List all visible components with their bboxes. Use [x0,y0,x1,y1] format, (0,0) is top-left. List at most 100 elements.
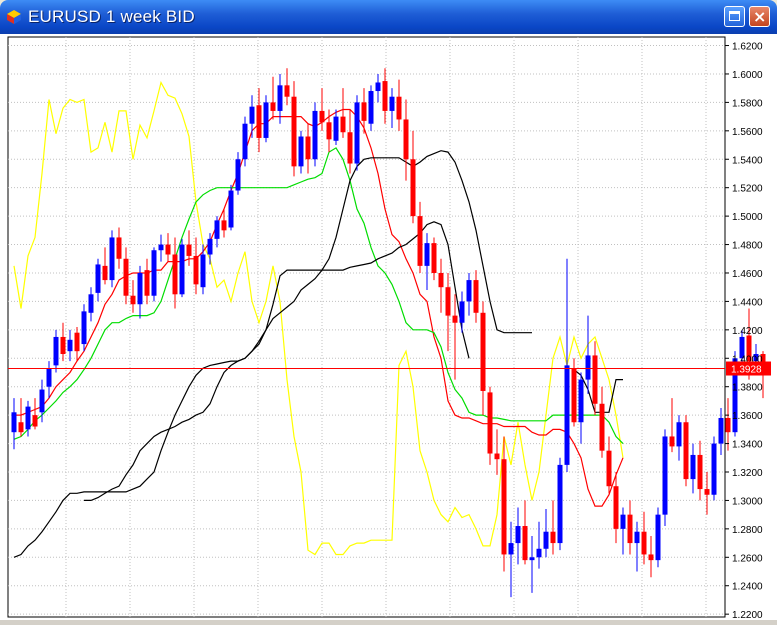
candle-body [165,244,171,255]
candle-body [543,531,549,549]
candle-body [396,96,402,120]
candle-body [32,415,38,427]
candle-body [137,272,143,305]
candle-body [340,116,346,133]
candle-body [46,368,52,387]
candle-body [697,454,703,490]
candle-body [424,243,430,266]
candle-body [291,96,297,167]
candle-body [186,244,192,256]
candle-body [431,243,437,273]
candle-body [711,443,717,495]
candle-body [473,280,479,313]
candle-body [95,264,101,293]
candle-body [571,368,577,423]
axis-tick-label: 1.2600 [732,553,763,564]
axis-tick-label: 1.5000 [732,212,763,223]
candle-body [466,280,472,302]
axis-tick-label: 1.3600 [732,411,763,422]
candle-body [39,389,45,413]
candle-body [102,265,108,281]
candle-body [445,287,451,316]
candle-body [725,417,731,433]
candle-body [627,514,633,544]
candle-body [172,254,178,295]
candle-body [207,238,213,255]
close-icon: × [753,7,767,26]
axis-tick-label: 1.4400 [732,297,763,308]
price-axis: 1.6200 1.6000 1.5800 1.5600 1.5400 1.5200 1.50… [725,42,763,621]
candle-body [634,531,640,544]
candle-body [599,403,605,451]
plot-frame [7,36,726,618]
candle-body [613,486,619,529]
axis-tick-label: 1.4800 [732,241,763,252]
candle-body [683,422,689,480]
axis-tick-label: 1.3200 [732,468,763,479]
app-icon [7,10,21,24]
candle-body [88,294,94,313]
candle-body [242,123,248,160]
candle-body [704,489,710,495]
candle-body [389,96,395,111]
candle-body [480,312,486,391]
close-button[interactable]: × [749,6,770,27]
candle-body [249,106,255,124]
candle-body [144,270,150,296]
axis-tick-label: 1.5400 [732,155,763,166]
window-title: EURUSD 1 week BID [28,7,195,26]
candle-body [53,336,59,366]
candle-body [606,450,612,487]
title-bar[interactable]: EURUSD 1 week BID × [0,0,777,34]
candle-body [592,355,598,404]
candle-body [641,531,647,555]
candle-body [333,116,339,141]
candle-body [382,81,388,111]
axis-tick-label: 1.3800 [732,383,763,394]
candle-body [669,436,675,447]
candle-body [690,454,696,480]
candle-body [361,102,367,121]
candle-body [676,422,682,447]
maximize-button[interactable] [724,6,745,27]
candle-body [228,190,234,228]
candle-body [200,254,206,288]
candle-body [368,91,374,124]
candle-body [375,82,381,92]
candle-body [263,102,269,138]
candle-body [319,110,325,123]
candle-body [417,216,423,266]
candle-body [655,514,661,561]
chart-area[interactable]: 1.6200 1.6000 1.5800 1.5600 1.5400 1.5200 1.50… [0,34,777,621]
axis-tick-label: 1.5200 [732,184,763,195]
candle-body [60,336,66,355]
candle-body [620,514,626,529]
candle-body [522,526,528,561]
candle-body [298,136,304,167]
candle-body [25,406,31,430]
candle-body [130,295,136,305]
price-chart[interactable]: 1.6200 1.6000 1.5800 1.5600 1.5400 1.5200 1.50… [0,34,777,621]
candle-body [18,422,24,433]
maximize-icon [729,11,740,21]
candle-body [578,379,584,423]
current-price-label: 1.3928 [731,365,762,376]
candle-body [235,159,241,191]
axis-tick-label: 1.3400 [732,440,763,451]
candle-body [459,301,465,323]
candle-body [403,119,409,160]
chart-window: EURUSD 1 week BID × 1.6200 1.6000 1.5800 1.… [0,0,777,621]
axis-tick-label: 1.2800 [732,525,763,536]
candle-body [109,237,115,281]
axis-tick-label: 1.4600 [732,269,763,280]
axis-tick-label: 1.5800 [732,98,763,109]
candle-body [585,355,591,380]
candle-body [123,258,129,296]
candle-body [179,244,185,295]
candle-body [438,272,444,288]
candle-body [193,255,199,285]
candle-body [564,365,570,465]
candle-body [11,412,17,433]
candle-body [81,311,87,345]
axis-tick-label: 1.2400 [732,582,763,593]
